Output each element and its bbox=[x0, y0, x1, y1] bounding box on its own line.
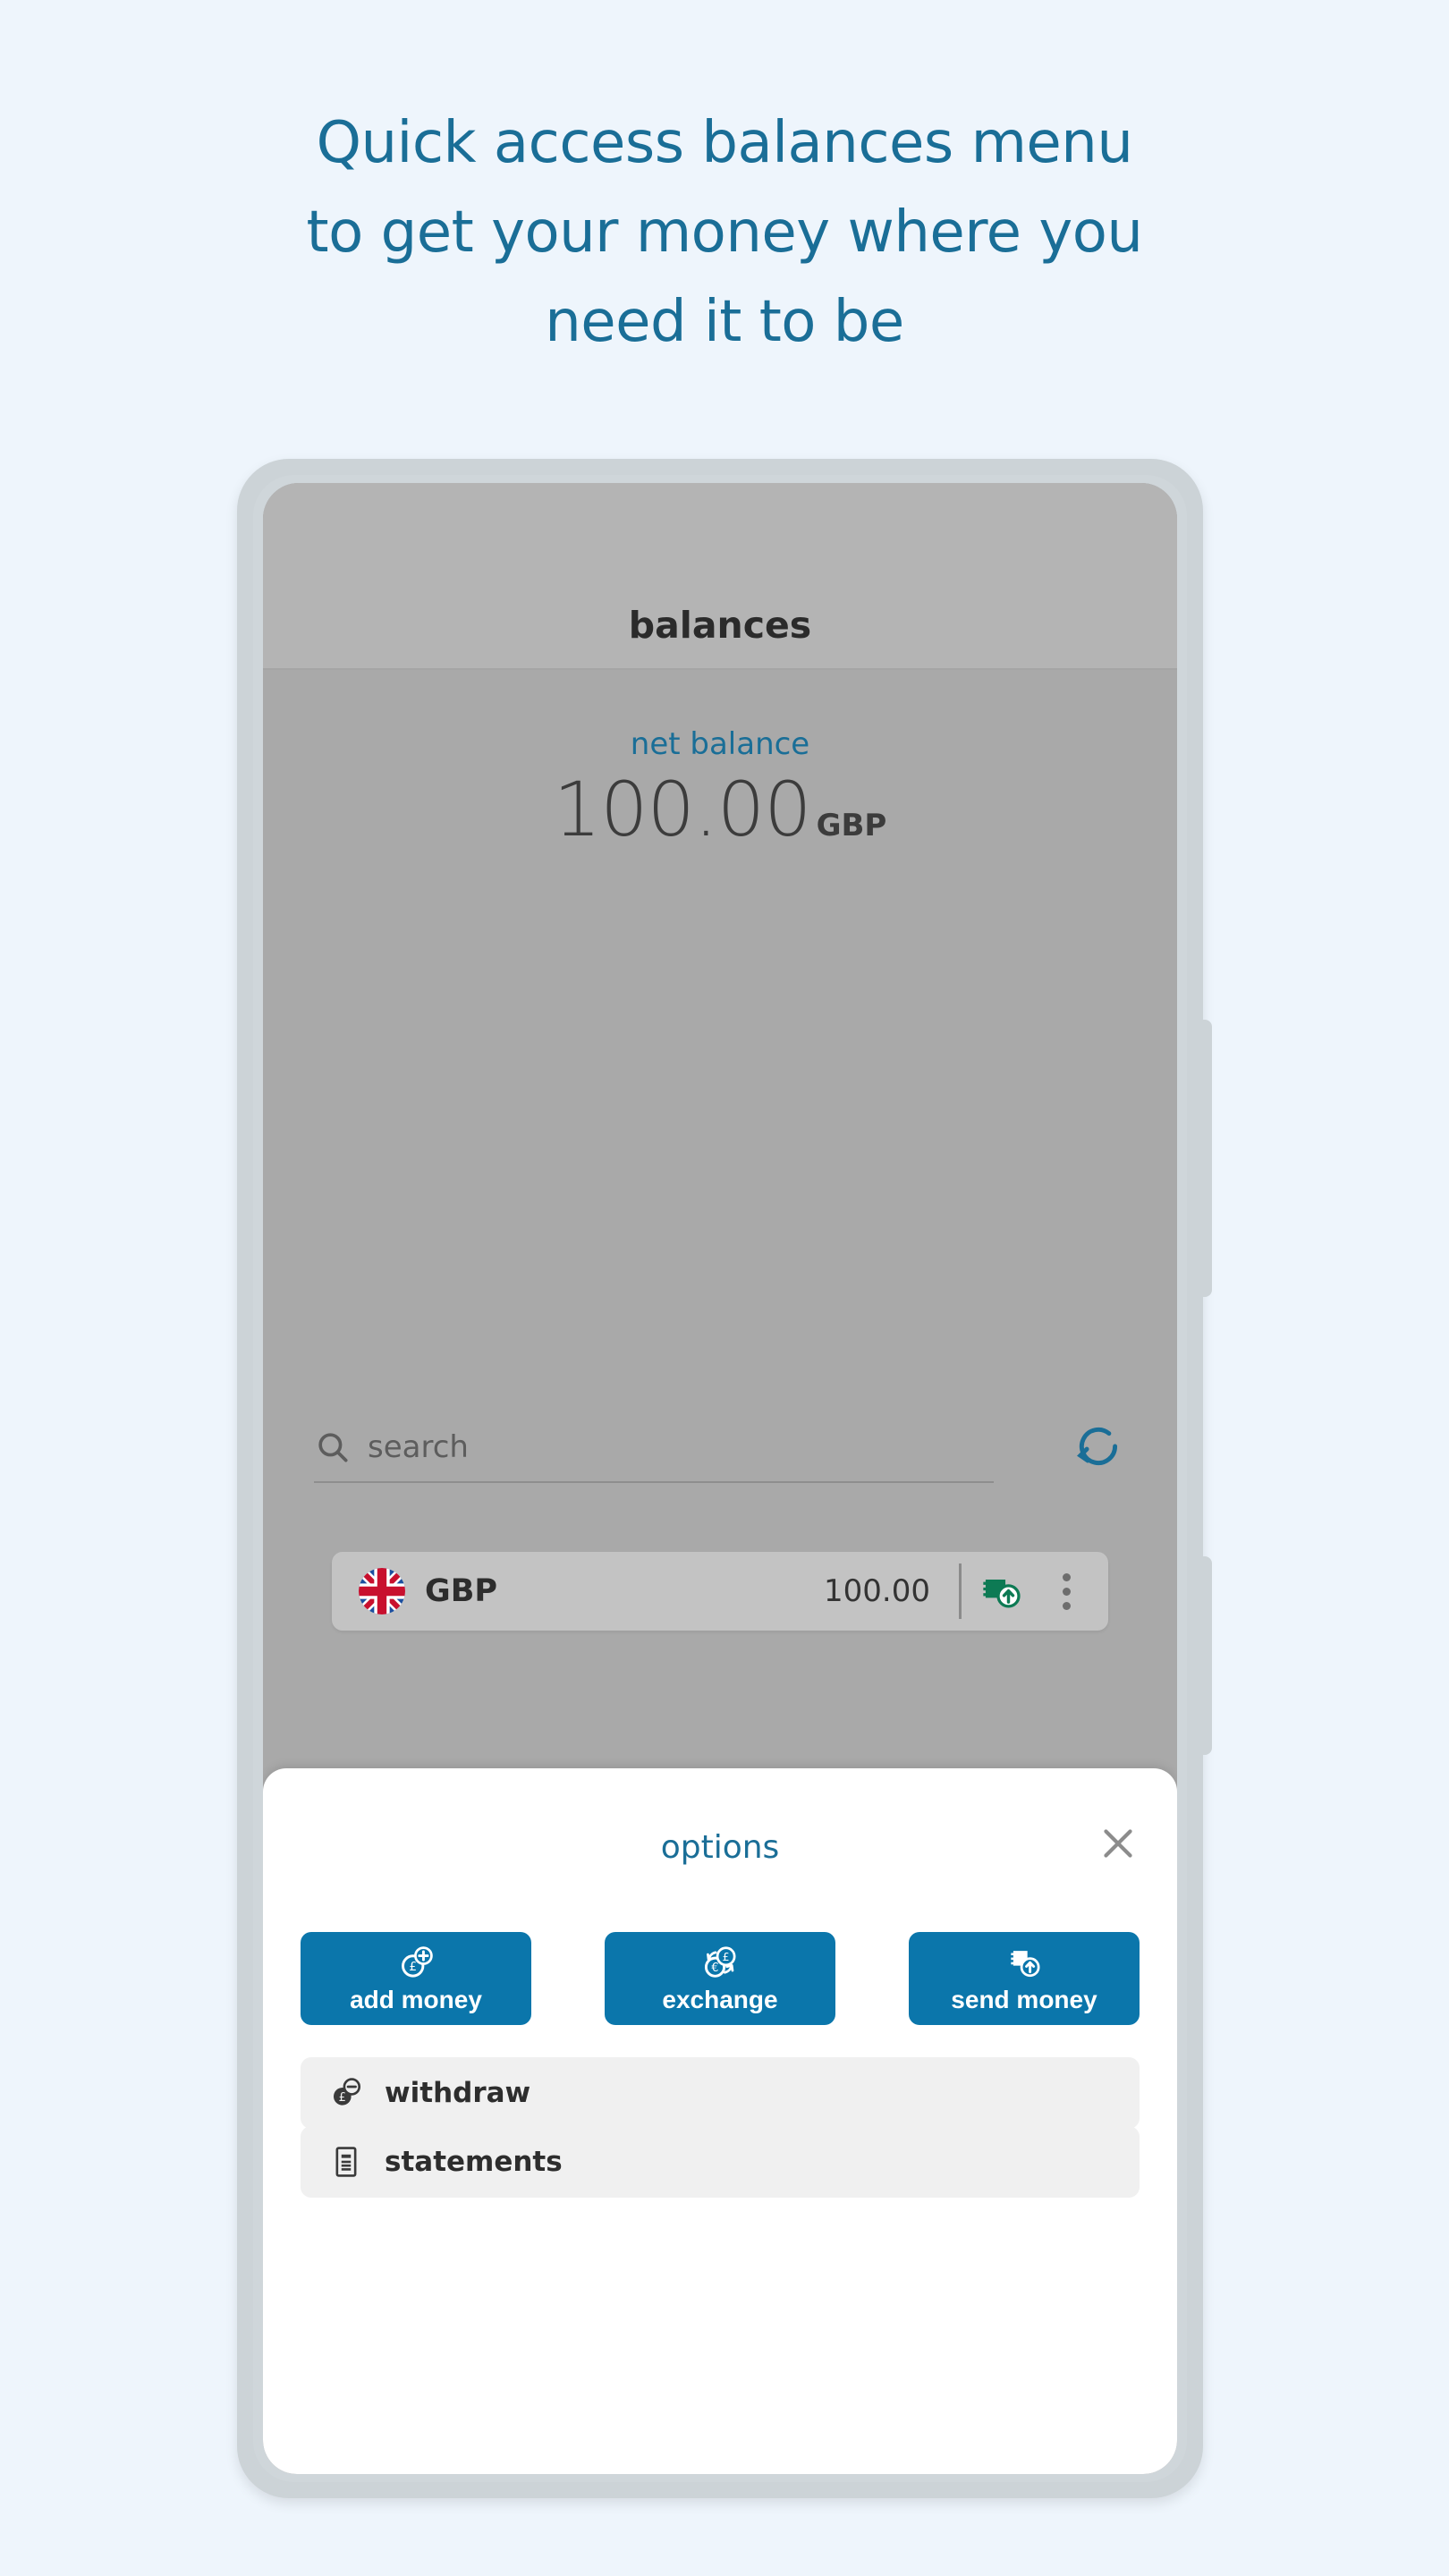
withdraw-label: withdraw bbox=[385, 2077, 531, 2109]
banknote-up-icon bbox=[1004, 1944, 1044, 1983]
coin-minus-icon: £ bbox=[327, 2074, 365, 2112]
refresh-icon[interactable] bbox=[1071, 1419, 1126, 1474]
coin-plus-icon: £ bbox=[396, 1944, 436, 1983]
uk-flag-icon bbox=[359, 1568, 405, 1614]
search-placeholder: search bbox=[368, 1429, 469, 1465]
app-header: balances bbox=[263, 483, 1177, 670]
send-money-label: send money bbox=[951, 1985, 1097, 2013]
currency-exchange-icon: € £ bbox=[700, 1944, 740, 1983]
statements-label: statements bbox=[385, 2146, 563, 2178]
phone-screen: balances net balance 100.00 GBP search G… bbox=[263, 483, 1177, 2474]
statements-item[interactable]: statements bbox=[301, 2126, 1140, 2198]
net-balance-currency: GBP bbox=[816, 808, 887, 843]
power-button[interactable] bbox=[1196, 1556, 1212, 1755]
dot bbox=[1062, 1587, 1071, 1596]
search-input[interactable]: search bbox=[314, 1413, 994, 1483]
more-vertical-icon[interactable] bbox=[1046, 1566, 1087, 1616]
options-action-row: £ add money € £ exchange send money bbox=[301, 1932, 1140, 2025]
balance-row-gbp[interactable]: GBP 100.00 bbox=[332, 1552, 1108, 1631]
phone-mockup: balances net balance 100.00 GBP search G… bbox=[237, 459, 1212, 2498]
balance-amount: 100.00 bbox=[824, 1573, 930, 1609]
options-sheet: options £ add money € £ exchange send mo… bbox=[263, 1768, 1177, 2474]
dot bbox=[1062, 1601, 1071, 1610]
net-balance-amount: 100.00 bbox=[553, 766, 812, 853]
row-divider bbox=[959, 1563, 962, 1619]
search-icon bbox=[314, 1428, 352, 1466]
svg-text:£: £ bbox=[409, 1960, 417, 1974]
withdraw-item[interactable]: £ withdraw bbox=[301, 2057, 1140, 2129]
page-title-line-3: need it to be bbox=[545, 289, 904, 355]
svg-text:£: £ bbox=[339, 2091, 346, 2105]
volume-rocker-button[interactable] bbox=[1196, 1020, 1212, 1297]
app-title: balances bbox=[628, 604, 812, 647]
balances-screen: balances net balance 100.00 GBP search G… bbox=[263, 483, 1177, 2474]
send-money-icon[interactable] bbox=[979, 1568, 1026, 1614]
page-title-line-1: Quick access balances menu bbox=[316, 110, 1133, 176]
options-sheet-title: options bbox=[660, 1829, 780, 1866]
search-row: search bbox=[314, 1413, 1126, 1483]
balance-currency-code: GBP bbox=[425, 1573, 498, 1609]
exchange-button[interactable]: € £ exchange bbox=[605, 1932, 835, 2025]
add-money-button[interactable]: £ add money bbox=[301, 1932, 531, 2025]
net-balance-label: net balance bbox=[630, 726, 810, 762]
document-icon bbox=[327, 2143, 365, 2181]
net-balance-value: 100.00 GBP bbox=[263, 766, 1177, 853]
svg-text:£: £ bbox=[723, 1950, 730, 1963]
page-title-line-2: to get your money where you bbox=[306, 199, 1143, 266]
page-title: Quick access balances menu to get your m… bbox=[0, 98, 1449, 367]
dot bbox=[1062, 1572, 1071, 1581]
send-money-button[interactable]: send money bbox=[909, 1932, 1140, 2025]
add-money-label: add money bbox=[350, 1985, 482, 2013]
svg-text:€: € bbox=[711, 1961, 718, 1974]
exchange-label: exchange bbox=[662, 1985, 778, 2013]
close-icon[interactable] bbox=[1093, 1818, 1143, 1868]
